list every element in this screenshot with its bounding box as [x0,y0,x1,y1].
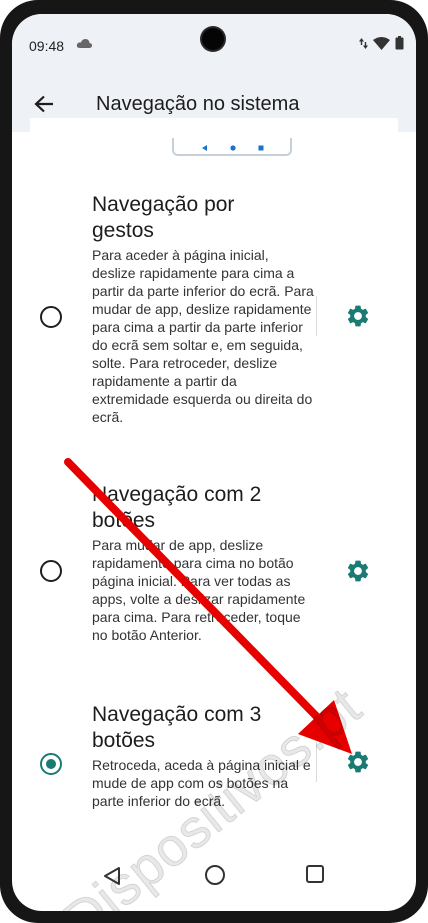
gear-icon[interactable] [345,749,371,775]
option-divider [316,296,317,336]
data-transfer-icon [359,37,368,49]
preview-recents-icon [258,145,264,151]
status-time: 09:48 [29,38,65,54]
top-bar: 09:48 Navegação no sistema [12,14,416,132]
battery-icon [395,36,404,50]
option-gesture-navigation[interactable]: Navegação por gestos Para aceder à págin… [12,190,416,452]
system-nav-bar [12,852,416,911]
option-description: Para mudar de app, deslize rapidamente p… [92,537,306,643]
radio-3-button-navigation[interactable] [40,753,62,775]
nav-home-icon[interactable] [204,864,226,886]
option-title: Navegação com 2 botões [92,483,262,532]
preview-nav-bar [172,138,292,156]
preview-back-icon [202,145,207,151]
front-camera [202,28,224,50]
nav-back-icon[interactable] [102,866,122,886]
preview-home-icon [230,145,236,151]
gear-icon[interactable] [345,558,371,584]
phone-frame: 09:48 Navegação no sistema Navegação por… [0,0,428,923]
page-title: Navegação no sistema [96,93,300,115]
navigation-preview [30,118,398,168]
option-2-button-navigation[interactable]: Navegação com 2 botões Para mudar de app… [12,480,416,680]
back-button[interactable] [30,90,58,118]
gear-icon[interactable] [345,303,371,329]
screen: 09:48 Navegação no sistema Navegação por… [12,14,416,911]
option-description: Para aceder à página inicial, deslize ra… [92,247,314,425]
status-bar: 09:48 [12,14,416,54]
nav-recents-icon[interactable] [305,864,325,884]
option-title: Navegação por gestos [92,193,235,242]
cloud-icon [76,39,93,48]
status-icons [359,36,404,50]
wifi-icon [373,36,390,50]
radio-gesture-navigation[interactable] [40,306,62,328]
radio-2-button-navigation[interactable] [40,560,62,582]
arrow-back-icon [34,95,53,113]
